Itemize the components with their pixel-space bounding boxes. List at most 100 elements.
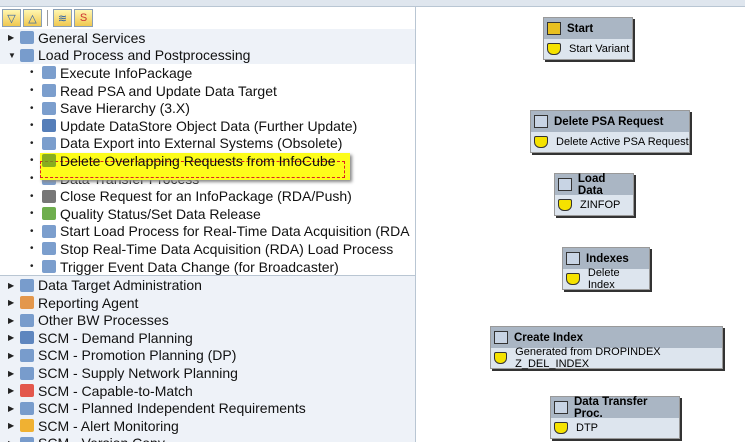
variant-label: Delete Index	[587, 267, 620, 291]
bullet-icon: •	[30, 137, 34, 149]
process-node-header: Load Data	[555, 173, 633, 197]
variant-icon	[494, 352, 508, 364]
bullet-icon: •	[30, 155, 34, 167]
tree-item[interactable]: • Save Hierarchy (3.X)	[0, 99, 415, 117]
tree-item[interactable]: • Stop Real-Time Data Acquisition (RDA) L…	[0, 240, 415, 258]
process-node[interactable]: Start Start Variant	[543, 17, 633, 60]
tree-item[interactable]: ▶ Reporting Agent	[0, 293, 415, 312]
bullet-icon: •	[30, 261, 34, 273]
tree-item-label: SCM - Alert Monitoring	[38, 417, 179, 434]
tree-item[interactable]: ▶ General Services	[0, 29, 415, 47]
tree-item[interactable]: • Close Request for an InfoPackage (RDA/P…	[0, 187, 415, 205]
tree-item[interactable]: • Delete Overlapping Requests from InfoCu…	[0, 152, 415, 170]
process-node-variant: DTP	[551, 418, 679, 438]
expand-arrow-icon[interactable]: ▶	[8, 351, 18, 360]
tree-item[interactable]: ▶ Data Target Administration	[0, 276, 415, 294]
variant-icon	[554, 422, 568, 434]
trigger-icon	[42, 260, 56, 274]
variant-label: ZINFOP	[580, 199, 621, 211]
process-node-header: Start	[544, 18, 632, 39]
tree-item[interactable]: • Start Load Process for Real-Time Data A…	[0, 222, 415, 241]
green-flag-icon	[42, 207, 56, 221]
tree-item-label: Load Process and Postprocessing	[38, 47, 251, 64]
variant-icon	[566, 273, 580, 285]
bullet-icon: •	[30, 225, 34, 237]
tree-item[interactable]: • Data Export into External Systems (Obso…	[0, 134, 415, 153]
tree-item[interactable]: ▶ SCM - Demand Planning	[0, 329, 415, 347]
bullet-icon: •	[30, 67, 34, 79]
tree-item[interactable]: ▶ SCM - Promotion Planning (DP)	[0, 346, 415, 365]
tree-item-label: SCM - Supply Network Planning	[38, 365, 238, 382]
tree-item[interactable]: ▶ Other BW Processes	[0, 311, 415, 330]
process-node-variant: Start Variant	[544, 39, 632, 59]
expand-all-button[interactable]: ▽	[2, 9, 21, 27]
tree-item-label: SCM - Demand Planning	[38, 329, 193, 346]
read-psa-icon	[42, 84, 56, 98]
process-node-variant: ZINFOP	[555, 195, 633, 215]
tree-item[interactable]: • Update DataStore Object Data (Further U…	[0, 116, 415, 135]
tree-item[interactable]: ▶ SCM - Alert Monitoring	[0, 417, 415, 435]
top-bar	[0, 0, 745, 7]
tree-item[interactable]: ▶ SCM - Capable-to-Match	[0, 381, 415, 400]
export-icon	[42, 136, 56, 150]
tree-item-label: Update DataStore Object Data (Further Up…	[60, 117, 358, 134]
tree-item[interactable]: ▼ Load Process and Postprocessing	[0, 46, 415, 65]
trash-icon	[566, 252, 580, 265]
infopackage-icon	[42, 66, 56, 80]
tree-item-label: SCM - Planned Independent Requirements	[38, 400, 306, 417]
process-node[interactable]: Create Index Generated from DROPINDEX Z_D…	[490, 326, 723, 370]
process-node-title: Indexes	[586, 252, 629, 265]
services-icon	[20, 31, 34, 45]
bullet-icon: •	[30, 208, 34, 220]
tree-item[interactable]: ▶ SCM - Supply Network Planning	[0, 364, 415, 382]
expand-arrow-icon[interactable]: ▶	[8, 333, 18, 342]
expand-arrow-icon[interactable]: ▶	[8, 404, 18, 413]
trash-icon	[534, 115, 548, 128]
expand-arrow-icon[interactable]: ▶	[8, 33, 18, 42]
process-node[interactable]: Indexes Delete Index	[562, 247, 650, 291]
tree-item-label: Close Request for an InfoPackage (RDA/Pu…	[60, 188, 352, 205]
process-node[interactable]: Load Data ZINFOP	[554, 173, 634, 216]
load-process-icon	[20, 48, 34, 62]
expand-arrow-icon[interactable]: ▶	[8, 281, 18, 290]
bullet-icon: •	[30, 120, 34, 132]
process-node-title: Data Transfer Proc.	[573, 395, 648, 420]
variant-icon	[534, 136, 548, 148]
collapse-all-button[interactable]: △	[23, 9, 42, 27]
tree-item-label: Start Load Process for Real-Time Data Ac…	[60, 223, 410, 240]
expand-arrow-icon[interactable]: ▶	[8, 369, 18, 378]
process-node[interactable]: Data Transfer Proc. DTP	[550, 396, 680, 439]
dtp-icon	[554, 401, 568, 414]
toolbar-separator	[47, 10, 48, 26]
process-node-title: Delete PSA Request	[554, 115, 664, 128]
gear-icon	[42, 119, 56, 133]
expand-arrow-icon[interactable]: ▶	[8, 298, 18, 307]
process-node-header: Indexes	[563, 248, 649, 269]
process-node-variant: Delete Index	[563, 267, 649, 291]
variant-icon	[547, 43, 561, 55]
process-node-title: Start	[567, 22, 594, 35]
tree-item[interactable]: ▶ SCM - Planned Independent Requirements	[0, 399, 415, 418]
promotion-icon	[20, 348, 34, 362]
expand-arrow-icon[interactable]: ▶	[8, 386, 18, 395]
tree-item-label: SCM - Capable-to-Match	[38, 382, 193, 399]
tree-item-label: Delete Overlapping Requests from InfoCub…	[60, 152, 336, 169]
tree-item[interactable]: • Quality Status/Set Data Release	[0, 204, 415, 223]
tree-item[interactable]: • Read PSA and Update Data Target	[0, 81, 415, 100]
ctm-icon	[20, 384, 34, 398]
process-node[interactable]: Delete PSA Request Delete Active PSA Requ…	[530, 110, 690, 153]
tree-item-label: Trigger Event Data Change (for Broadcast…	[60, 258, 339, 275]
tree-item[interactable]: • Trigger Event Data Change (for Broadcas…	[0, 257, 415, 276]
variant-label: DTP	[576, 422, 598, 434]
expand-arrow-icon[interactable]: ▶	[8, 421, 18, 430]
tree-item[interactable]: • Execute InfoPackage	[0, 64, 415, 82]
tree-item-label: Data Export into External Systems (Obsol…	[60, 135, 343, 152]
load-data-icon	[558, 178, 572, 191]
tree-item[interactable]: ▶SCM - Version Copy	[0, 434, 415, 442]
bullet-icon: •	[30, 85, 34, 97]
expand-arrow-icon[interactable]: ▶	[8, 316, 18, 325]
collapse-arrow-icon[interactable]: ▼	[8, 51, 18, 60]
scheduler-button[interactable]: S	[74, 9, 93, 27]
agent-icon	[20, 296, 34, 310]
process-types-button[interactable]: ≋	[53, 9, 72, 27]
